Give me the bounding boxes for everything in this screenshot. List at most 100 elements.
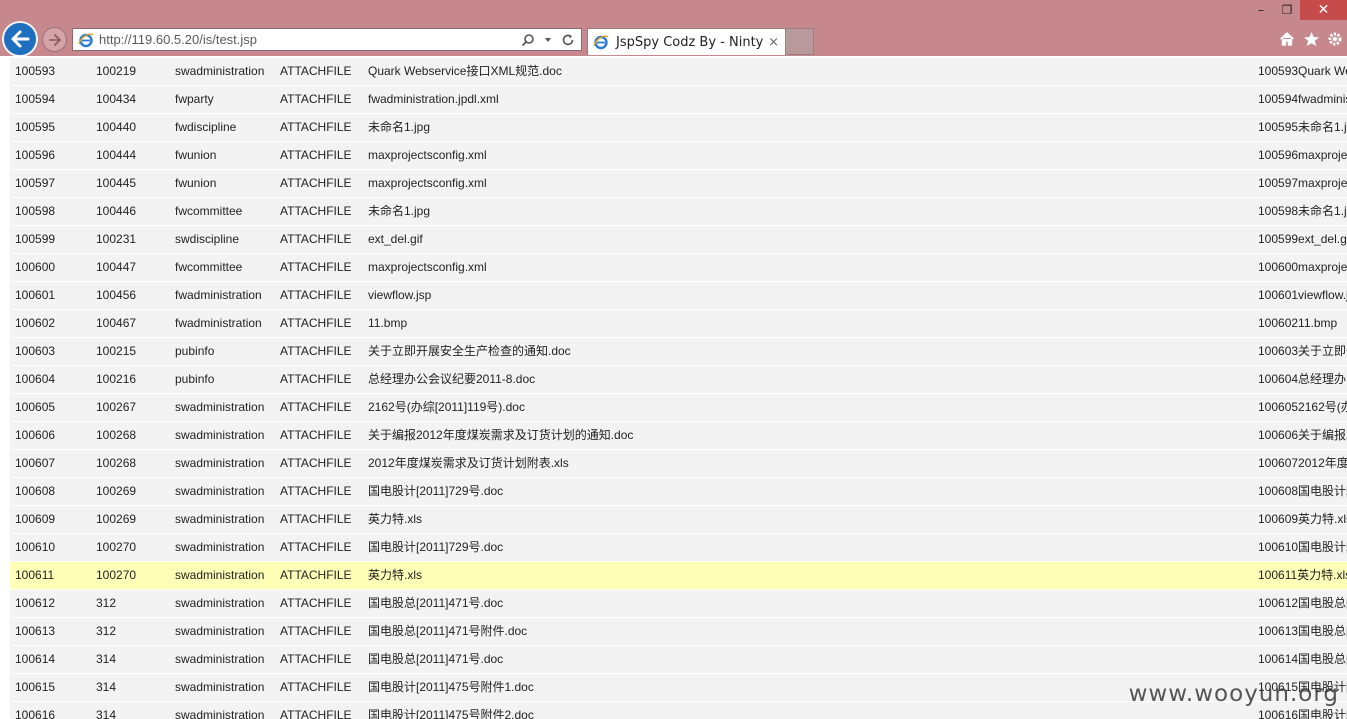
settings-gear-icon[interactable] [1323, 28, 1347, 50]
cell-id: 100606 [15, 428, 56, 442]
refresh-icon[interactable] [561, 33, 575, 47]
cell-type: ATTACHFILE [280, 92, 352, 106]
new-tab-button[interactable] [786, 28, 814, 55]
cell-module: fwcommittee [175, 204, 243, 218]
cell-stored-name: 100595未命名1.jpg [1258, 120, 1347, 134]
cell-module: swadministration [175, 596, 265, 610]
cell-type: ATTACHFILE [280, 176, 352, 190]
cell-stored-name: 100597maxprojectsconfig.xml [1258, 176, 1347, 190]
cell-ref: 100467 [96, 316, 137, 330]
cell-filename: 英力特.xls [368, 512, 423, 526]
table-row: 100613 312 swadministration ATTACHFILE 国电股总[… [10, 618, 1347, 645]
cell-module: swadministration [175, 64, 265, 78]
cell-type: ATTACHFILE [280, 652, 352, 666]
cell-type: ATTACHFILE [280, 568, 352, 582]
cell-id: 100605 [15, 400, 56, 414]
cell-module: swadministration [175, 624, 265, 638]
window-controls: – ❐ ✕ [1248, 0, 1347, 20]
cell-id: 100595 [15, 120, 56, 134]
cell-stored-name: 100609英力特.xls [1258, 512, 1347, 526]
table-row: 100597 100445 fwunion ATTACHFILE maxprojects… [10, 170, 1347, 197]
cell-module: swadministration [175, 540, 265, 554]
table-row: 100600 100447 fwcommittee ATTACHFILE maxproj… [10, 254, 1347, 281]
cell-filename: 国电股计[2011]729号.doc [368, 484, 504, 498]
cell-id: 100608 [15, 484, 56, 498]
cell-ref: 100456 [96, 288, 137, 302]
cell-stored-name: 1006072012年度煤炭需求及订货计划附表.xls [1258, 456, 1347, 470]
cell-filename: 11.bmp [368, 316, 408, 330]
search-dropdown-icon[interactable] [541, 33, 555, 47]
maximize-button[interactable]: ❐ [1274, 0, 1300, 20]
cell-type: ATTACHFILE [280, 540, 352, 554]
cell-module: fwadministration [175, 316, 262, 330]
cell-stored-name: 100610国电股计[2011]729号.doc [1258, 540, 1347, 554]
table-row: 100603 100215 pubinfo ATTACHFILE 关于立即开展安全生产检… [10, 338, 1347, 365]
table-row: 100594 100434 fwparty ATTACHFILE fwadministr… [10, 86, 1347, 113]
minimize-button[interactable]: – [1248, 0, 1274, 20]
cell-stored-name: 100604总经理办公会议纪要2011-8.doc [1258, 372, 1347, 386]
cell-type: ATTACHFILE [280, 456, 352, 470]
cell-id: 100599 [15, 232, 56, 246]
table-row: 100596 100444 fwunion ATTACHFILE maxprojects… [10, 142, 1347, 169]
cell-filename: maxprojectsconfig.xml [368, 176, 487, 190]
favorites-star-icon[interactable] [1299, 28, 1323, 50]
cell-module: swadministration [175, 512, 265, 526]
cell-ref: 100440 [96, 120, 137, 134]
cell-type: ATTACHFILE [280, 316, 352, 330]
cell-module: swadministration [175, 708, 265, 719]
cell-module: swadministration [175, 484, 265, 498]
table-row: 100605 100267 swadministration ATTACHFILE 21… [10, 394, 1347, 421]
cell-filename: fwadministration.jpdl.xml [368, 92, 499, 106]
table-row: 100612 312 swadministration ATTACHFILE 国电股总[… [10, 590, 1347, 617]
tab-close-icon[interactable]: × [768, 35, 779, 50]
cell-ref: 100270 [96, 568, 137, 582]
cell-id: 100614 [15, 652, 56, 666]
cell-id: 100600 [15, 260, 56, 274]
table-row: 100598 100446 fwcommittee ATTACHFILE 未命名1.jp… [10, 198, 1347, 225]
cell-stored-name: 100600maxprojectsconfig.xml [1258, 260, 1347, 274]
cell-type: ATTACHFILE [280, 428, 352, 442]
cell-stored-name: 100599ext_del.gif [1258, 232, 1347, 246]
cell-stored-name: 100603关于立即开展安全生产检查的通知.doc [1258, 344, 1347, 358]
cell-type: ATTACHFILE [280, 288, 352, 302]
tab-jspspy[interactable]: JspSpy Codz By - Ninty × [587, 28, 786, 55]
cell-module: swadministration [175, 652, 265, 666]
back-button[interactable] [2, 21, 38, 57]
cell-type: ATTACHFILE [280, 484, 352, 498]
cell-type: ATTACHFILE [280, 400, 352, 414]
cell-id: 100610 [15, 540, 56, 554]
cell-ref: 100267 [96, 400, 137, 414]
cell-id: 100593 [15, 64, 56, 78]
table-row: 100602 100467 fwadministration ATTACHFILE 11… [10, 310, 1347, 337]
url-input[interactable]: http://119.60.5.20/is/test.jsp [99, 32, 521, 47]
cell-module: swadministration [175, 428, 265, 442]
cell-module: fwunion [175, 176, 217, 190]
cell-id: 100597 [15, 176, 56, 190]
cell-ref: 314 [96, 652, 117, 666]
cell-type: ATTACHFILE [280, 64, 352, 78]
table-row: 100604 100216 pubinfo ATTACHFILE 总经理办公会议纪要20… [10, 366, 1347, 393]
table-row: 100607 100268 swadministration ATTACHFILE 20… [10, 450, 1347, 477]
cell-module: fwparty [175, 92, 214, 106]
cell-stored-name: 100593Quark Webservice接口XML规范.doc [1258, 64, 1347, 78]
cell-module: swadministration [175, 680, 265, 694]
cell-ref: 100219 [96, 64, 137, 78]
home-icon[interactable] [1275, 28, 1299, 50]
cell-module: swdiscipline [175, 232, 240, 246]
table-row: 100593 100219 swadministration ATTACHFILE Qu… [10, 58, 1347, 85]
close-window-button[interactable]: ✕ [1300, 0, 1347, 20]
cell-module: pubinfo [175, 372, 215, 386]
search-icon[interactable] [521, 33, 535, 47]
table-row: 100610 100270 swadministration ATTACHFILE 国电… [10, 534, 1347, 561]
address-bar[interactable]: http://119.60.5.20/is/test.jsp [72, 28, 582, 51]
cell-filename: 2162号(办综[2011]119号).doc [368, 400, 525, 414]
table-row: 100606 100268 swadministration ATTACHFILE 关于… [10, 422, 1347, 449]
cell-module: fwadministration [175, 288, 262, 302]
cell-stored-name: 100596maxprojectsconfig.xml [1258, 148, 1347, 162]
cell-filename: maxprojectsconfig.xml [368, 260, 487, 274]
forward-button[interactable] [42, 27, 67, 52]
cell-ref: 100231 [96, 232, 137, 246]
cell-id: 100602 [15, 316, 56, 330]
cell-filename: maxprojectsconfig.xml [368, 148, 487, 162]
cell-stored-name: 100606关于编报2012年度煤炭需求及订货计划的通知.doc [1258, 428, 1347, 442]
